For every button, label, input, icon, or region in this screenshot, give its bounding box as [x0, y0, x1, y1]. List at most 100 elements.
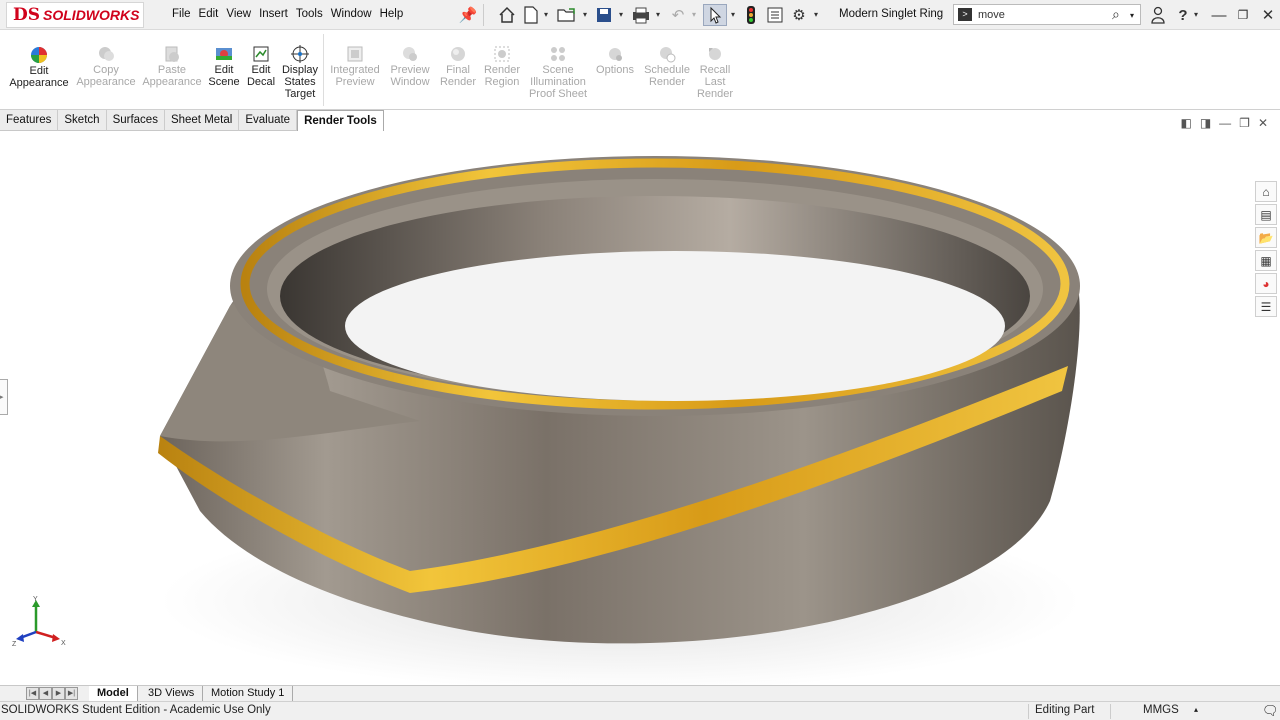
feature-tree-expand-handle[interactable]: ▸	[0, 379, 8, 415]
document-title: Modern Singlet Ring	[839, 8, 944, 20]
home-icon[interactable]	[497, 5, 517, 25]
menu-tools[interactable]: Tools	[296, 8, 323, 20]
appearances-scenes-icon[interactable]: ◕	[1255, 273, 1277, 294]
copy-appearance-icon	[99, 47, 114, 61]
search-box[interactable]: > ⌕ ▾	[953, 4, 1141, 25]
search-caret-icon[interactable]: ▾	[1130, 11, 1134, 20]
next-tab-icon[interactable]: ▶	[52, 687, 65, 700]
triad-z-label: Z	[12, 641, 17, 648]
menu-window[interactable]: Window	[331, 8, 372, 20]
status-message: SOLIDWORKS Student Edition - Academic Us…	[1, 704, 271, 716]
copy-appearance-button[interactable]: Copy Appearance	[76, 44, 136, 88]
options-caret-icon[interactable]: ▾	[814, 10, 818, 19]
help-icon[interactable]: ?	[1173, 5, 1193, 25]
rebuild-traffic-light-icon[interactable]	[741, 5, 761, 25]
open-folder-icon[interactable]	[557, 5, 577, 25]
ribbon-label: Options	[596, 64, 634, 76]
ribbon-label: Integrated Preview	[330, 64, 380, 88]
edit-appearance-button[interactable]: Edit Appearance	[9, 45, 69, 89]
display-states-target-button[interactable]: Display States Target	[280, 44, 320, 100]
tab-evaluate[interactable]: Evaluate	[239, 110, 298, 131]
tab-sheet-metal[interactable]: Sheet Metal	[164, 110, 240, 131]
new-caret-icon[interactable]: ▾	[544, 10, 548, 19]
select-tool-button[interactable]	[703, 4, 727, 26]
menu-file[interactable]: File	[172, 8, 191, 20]
menu-view[interactable]: View	[226, 8, 251, 20]
triad-y-label: Y	[33, 596, 38, 603]
print-icon[interactable]	[631, 5, 651, 25]
recall-render-icon	[709, 48, 721, 60]
undo-caret-icon[interactable]: ▾	[692, 10, 696, 19]
search-icon[interactable]: ⌕	[1112, 6, 1120, 23]
menu-bar: File Edit View Insert Tools Window Help	[168, 8, 407, 20]
schedule-render-icon	[660, 47, 676, 63]
new-document-icon[interactable]	[521, 5, 541, 25]
last-tab-icon[interactable]: ▶|	[65, 687, 78, 700]
tab-model[interactable]: Model	[89, 686, 138, 701]
pin-icon[interactable]: 📌	[458, 5, 478, 25]
file-explorer-icon[interactable]: 📂	[1255, 227, 1277, 248]
tile-right-icon[interactable]: ◨	[1200, 116, 1211, 130]
graphics-area[interactable]: ⌂ ▤ 📂 ▦ ◕ ☰ ▸ Y X Z	[0, 131, 1280, 685]
ribbon-label: Display States Target	[281, 64, 319, 100]
user-icon[interactable]	[1148, 5, 1168, 25]
doc-minimize-icon[interactable]: —	[1219, 116, 1231, 130]
edit-decal-button[interactable]: Edit Decal	[244, 44, 278, 88]
options-gear-icon[interactable]: ⚙	[789, 5, 809, 25]
menu-insert[interactable]: Insert	[259, 8, 288, 20]
ring-model[interactable]	[0, 131, 1280, 685]
schedule-render-button[interactable]: Schedule Render	[641, 44, 693, 88]
solidworks-window: DS SOLIDWORKS File Edit View Insert Tool…	[0, 0, 1280, 720]
render-region-button[interactable]: Render Region	[481, 44, 523, 88]
ribbon-label: Render Region	[483, 64, 521, 88]
unit-system[interactable]: MMGS	[1143, 704, 1179, 716]
paste-appearance-button[interactable]: Paste Appearance	[142, 44, 202, 88]
command-search-icon: >	[958, 8, 972, 21]
quick-tips-icon[interactable]: 🗨	[1262, 703, 1279, 719]
tile-left-icon[interactable]: ◧	[1180, 116, 1191, 130]
close-icon[interactable]: ✕	[1258, 5, 1278, 25]
units-caret-icon[interactable]: ▴	[1194, 705, 1198, 714]
tab-3d-views[interactable]: 3D Views	[140, 686, 204, 701]
tab-features[interactable]: Features	[0, 110, 59, 131]
doc-restore-icon[interactable]: ❐	[1239, 116, 1250, 130]
minimize-icon[interactable]: —	[1209, 5, 1229, 25]
view-palette-icon[interactable]: ▦	[1255, 250, 1277, 271]
integrated-preview-button[interactable]: Integrated Preview	[327, 44, 383, 88]
tab-motion-study-1[interactable]: Motion Study 1	[203, 686, 294, 701]
save-caret-icon[interactable]: ▾	[619, 10, 623, 19]
preview-window-button[interactable]: Preview Window	[386, 44, 434, 88]
tab-surfaces[interactable]: Surfaces	[106, 110, 165, 131]
edit-scene-icon	[216, 48, 232, 60]
design-library-icon[interactable]: ▤	[1255, 204, 1277, 225]
restore-icon[interactable]: ❐	[1233, 5, 1253, 25]
print-caret-icon[interactable]: ▾	[656, 10, 660, 19]
render-options-button[interactable]: Options	[593, 44, 637, 76]
status-bar: SOLIDWORKS Student Edition - Academic Us…	[0, 701, 1280, 720]
open-caret-icon[interactable]: ▾	[583, 10, 587, 19]
first-tab-icon[interactable]: |◀	[26, 687, 39, 700]
prev-tab-icon[interactable]: ◀	[39, 687, 52, 700]
recall-last-render-button[interactable]: Recall Last Render	[694, 44, 736, 100]
scene-illumination-proof-sheet-button[interactable]: Scene Illumination Proof Sheet	[527, 44, 589, 100]
doc-close-icon[interactable]: ✕	[1258, 116, 1268, 130]
cursor-icon	[710, 6, 722, 24]
custom-properties-icon[interactable]: ☰	[1255, 296, 1277, 317]
final-render-button[interactable]: Final Render	[437, 44, 479, 88]
triad-x-label: X	[61, 640, 66, 647]
undo-icon[interactable]: ↶	[668, 5, 688, 25]
search-input[interactable]	[978, 7, 1108, 22]
title-bar: DS SOLIDWORKS File Edit View Insert Tool…	[0, 0, 1280, 30]
tab-sketch[interactable]: Sketch	[58, 110, 107, 131]
solidworks-logo[interactable]: DS SOLIDWORKS	[6, 2, 144, 28]
menu-edit[interactable]: Edit	[199, 8, 219, 20]
tab-render-tools[interactable]: Render Tools	[297, 110, 384, 131]
edit-scene-button[interactable]: Edit Scene	[207, 44, 241, 88]
save-icon[interactable]	[594, 5, 614, 25]
help-caret-icon[interactable]: ▾	[1194, 10, 1198, 19]
file-properties-icon[interactable]	[765, 5, 785, 25]
ds-logo-mark: DS	[13, 5, 41, 25]
select-caret-icon[interactable]: ▾	[731, 10, 735, 19]
menu-help[interactable]: Help	[380, 8, 404, 20]
resources-home-icon[interactable]: ⌂	[1255, 181, 1277, 202]
